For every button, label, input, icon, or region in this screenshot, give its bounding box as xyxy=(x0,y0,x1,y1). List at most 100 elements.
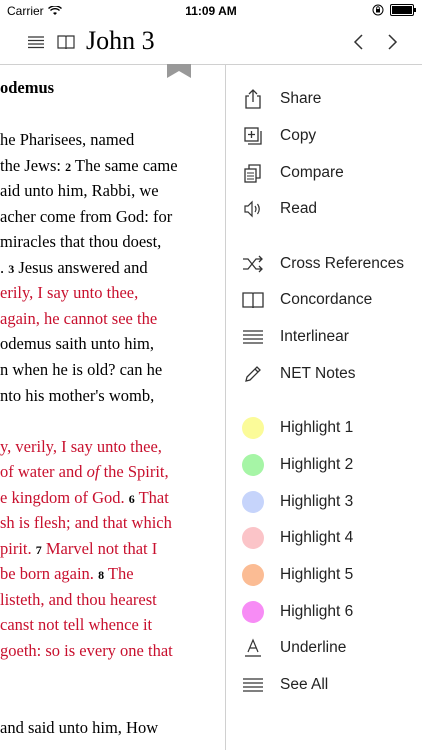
verse-text: nto his mother's womb, xyxy=(0,385,155,405)
bookmark-icon[interactable] xyxy=(167,64,191,78)
menu-icon[interactable] xyxy=(27,33,45,51)
menu-item-highlight-6[interactable]: Highlight 6 xyxy=(226,594,422,630)
verse-line: n when he is old? can he xyxy=(0,357,162,382)
verse-line: canst not tell whence it xyxy=(0,612,152,637)
menu-item-label: Concordance xyxy=(280,291,373,308)
verse-text: pirit. xyxy=(0,538,36,558)
nav-bar: John 3 xyxy=(0,22,422,65)
verse-line: sh is flesh; and that which xyxy=(0,510,172,535)
verse-text: That xyxy=(134,487,169,507)
verse-line: odemus saith unto him, xyxy=(0,331,154,356)
menu-item-cross-references[interactable]: Cross References xyxy=(226,246,422,282)
color-swatch-icon xyxy=(242,417,264,439)
verse-line: and said unto him, How xyxy=(0,715,158,740)
menu-item-share[interactable]: Share xyxy=(226,81,422,117)
menu-item-highlight-5[interactable]: Highlight 5 xyxy=(226,557,422,593)
scripture-text[interactable]: odemus he Pharisees, named the Jews: 2 Th… xyxy=(0,64,225,750)
verse-line: erily, I say unto thee, xyxy=(0,280,138,305)
book-icon[interactable] xyxy=(57,34,75,50)
battery-icon xyxy=(390,4,416,16)
verse-text: The xyxy=(104,564,134,584)
menu-item-underline[interactable]: Underline xyxy=(226,630,422,666)
verse-text: aid unto him, Rabbi, we xyxy=(0,181,159,201)
book-icon xyxy=(242,289,264,311)
verse-text: erily, I say unto thee, xyxy=(0,283,139,303)
menu-item-label: Copy xyxy=(280,127,317,144)
verse-line: . 3 Jesus answered and xyxy=(0,255,148,282)
verse-text: the Spirit, xyxy=(99,462,169,482)
color-swatch-icon xyxy=(242,491,264,513)
lines-icon xyxy=(242,674,264,696)
verse-text: y, verily, I say unto thee, xyxy=(0,436,162,456)
menu-item-label: Cross References xyxy=(280,255,405,272)
verse-text: be born again. xyxy=(0,564,99,584)
verse-text: miracles that thou doest, xyxy=(0,232,162,252)
verse-text: The same came xyxy=(71,155,178,175)
menu-item-interlinear[interactable]: Interlinear xyxy=(226,319,422,355)
action-menu: Share Copy Compare Read Cross References Conc… xyxy=(226,64,422,750)
menu-item-label: Underline xyxy=(280,639,347,656)
menu-item-read[interactable]: Read xyxy=(226,191,422,227)
menu-item-highlight-2[interactable]: Highlight 2 xyxy=(226,447,422,483)
color-swatch-icon xyxy=(242,527,264,549)
menu-item-label: Highlight 1 xyxy=(280,419,354,436)
status-right xyxy=(372,4,416,16)
verse-text: of xyxy=(86,462,100,482)
verse-text: Marvel not that I xyxy=(41,538,158,558)
menu-item-label: Share xyxy=(280,90,322,107)
menu-item-see-all[interactable]: See All xyxy=(226,667,422,703)
menu-item-highlight-1[interactable]: Highlight 1 xyxy=(226,410,422,446)
verse-text: goeth: so is every one that xyxy=(0,641,173,660)
menu-item-label: Highlight 2 xyxy=(280,456,354,473)
menu-item-label: Highlight 3 xyxy=(280,493,354,510)
share-icon xyxy=(242,88,264,110)
menu-item-label: Highlight 4 xyxy=(280,529,354,546)
verse-line: again, he cannot see the xyxy=(0,306,157,331)
menu-item-net-notes[interactable]: NET Notes xyxy=(226,356,422,392)
compare-icon xyxy=(242,162,264,184)
verse-line: nto his mother's womb, xyxy=(0,383,154,408)
section-heading: odemus xyxy=(0,78,55,97)
chevron-right-icon[interactable] xyxy=(385,32,399,52)
speaker-icon xyxy=(242,198,264,220)
lines-icon xyxy=(242,326,264,348)
verse-text: sh is flesh; and that which xyxy=(0,513,172,533)
verse-text: odemus saith unto him, xyxy=(0,334,154,354)
pencil-icon xyxy=(242,363,264,385)
verse-text: listeth, and thou hearest xyxy=(0,589,157,609)
menu-item-label: See All xyxy=(280,676,329,693)
menu-item-label: Highlight 6 xyxy=(280,603,354,620)
verse-text: again, he cannot see the xyxy=(0,308,158,328)
verse-text: the Jews: xyxy=(0,155,66,175)
menu-item-highlight-3[interactable]: Highlight 3 xyxy=(226,484,422,520)
menu-item-copy[interactable]: Copy xyxy=(226,118,422,154)
menu-item-label: Compare xyxy=(280,164,344,181)
verse-line: listeth, and thou hearest xyxy=(0,587,157,612)
verse-line: the Jews: 2 The same came xyxy=(0,153,178,180)
chevron-left-icon[interactable] xyxy=(352,32,366,52)
menu-item-label: Interlinear xyxy=(280,328,349,345)
verse-text: canst not tell whence it xyxy=(0,615,153,635)
verse-text: acher come from God: for xyxy=(0,206,173,226)
copy-icon xyxy=(242,125,264,147)
menu-item-concordance[interactable]: Concordance xyxy=(226,282,422,318)
color-swatch-icon xyxy=(242,601,264,623)
verse-line: be born again. 8 The xyxy=(0,561,134,588)
verse-line: pirit. 7 Marvel not that I xyxy=(0,536,157,563)
verse-line: he Pharisees, named xyxy=(0,127,134,152)
menu-item-compare[interactable]: Compare xyxy=(226,155,422,191)
lock-rotation-icon xyxy=(372,4,384,16)
verse-line: goeth: so is every one that xyxy=(0,638,173,663)
status-bar: Carrier 11:09 AM xyxy=(0,0,422,22)
shuffle-icon xyxy=(242,253,264,275)
page-title[interactable]: John 3 xyxy=(86,26,155,56)
menu-item-label: NET Notes xyxy=(280,365,356,382)
color-swatch-icon xyxy=(242,564,264,586)
verse-text: n when he is old? can he xyxy=(0,359,163,379)
verse-line: aid unto him, Rabbi, we xyxy=(0,178,159,203)
clock: 11:09 AM xyxy=(185,4,237,18)
verse-text: he Pharisees, named xyxy=(0,130,135,149)
menu-item-label: Read xyxy=(280,200,318,217)
menu-item-highlight-4[interactable]: Highlight 4 xyxy=(226,520,422,556)
verse-line: e kingdom of God. 6 That xyxy=(0,485,169,512)
